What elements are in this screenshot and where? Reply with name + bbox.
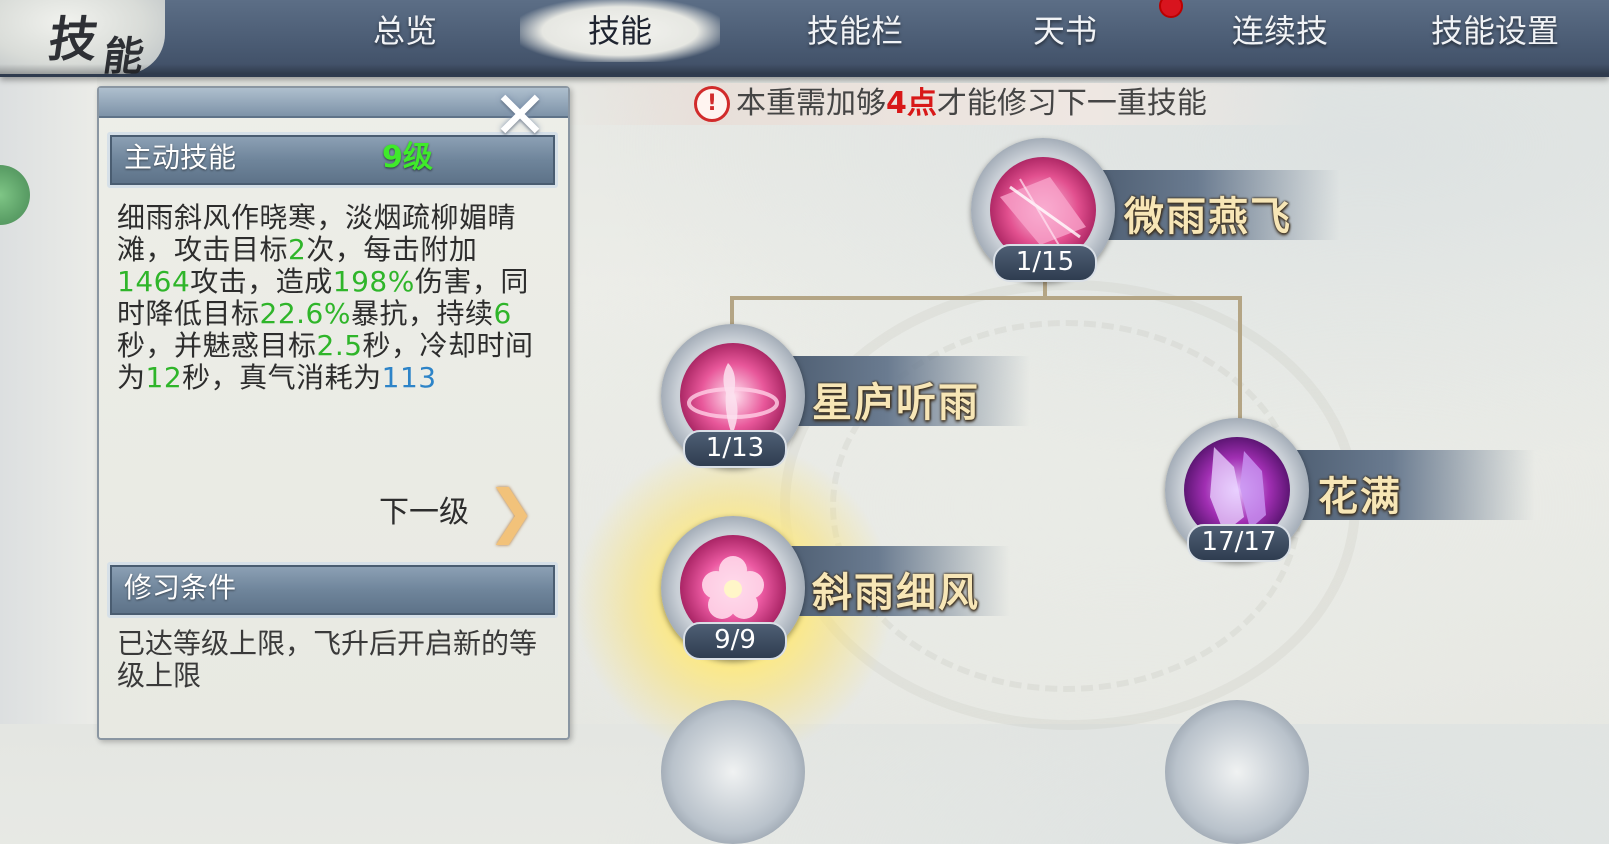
next-level-button[interactable]: 下一级 (379, 488, 469, 538)
desc-crit-res-pct: 22.6% (259, 297, 351, 330)
requirements-label: 修习条件 (124, 571, 237, 604)
active-skill-label: 主动技能 (124, 141, 237, 174)
tip-text-after: 才能修习下一重技能 (936, 86, 1207, 121)
desc-part: 暴抗，持续 (350, 297, 494, 330)
tip-text: 本重需加够4点才能修习下一重技能 (736, 84, 1207, 124)
desc-part: 次，每击附加 (306, 233, 478, 266)
skill-progress: 1/15 (993, 244, 1097, 282)
skill-node-partial[interactable] (661, 700, 805, 844)
skills-logo: 技 能 (0, 0, 165, 80)
skill-name: 花满 (1318, 474, 1402, 520)
tree-connector (1238, 296, 1242, 426)
desc-damage-pct: 198% (332, 265, 415, 298)
desc-cooldown: 12 (145, 361, 183, 394)
skill-node-huaman[interactable]: 17/17 (1165, 418, 1309, 562)
tab-heavenly-book[interactable]: 天书 (980, 0, 1150, 62)
skill-name: 微雨燕飞 (1124, 194, 1292, 240)
desc-charm: 2.5 (316, 329, 363, 362)
tab-combo[interactable]: 连续技 (1190, 0, 1370, 62)
tab-skill-bar[interactable]: 技能栏 (760, 0, 950, 62)
desc-duration: 6 (493, 297, 512, 330)
requirements-header: 修习条件 (107, 562, 558, 618)
desc-part: 秒，真气消耗为 (182, 361, 382, 394)
desc-part: 攻击，造成 (190, 265, 333, 298)
desc-cost: 113 (381, 361, 437, 394)
tip-text-before: 本重需加够 (736, 86, 886, 121)
skill-level: 9级 (382, 140, 433, 175)
skill-detail-panel: 主动技能 9级 细雨斜风作晓寒，淡烟疏柳媚晴滩，攻击目标2次，每击附加1464攻… (97, 86, 570, 740)
desc-hits: 2 (288, 233, 307, 266)
requirements-text: 已达等级上限，飞升后开启新的等级上限 (117, 627, 538, 692)
notification-dot (1159, 0, 1183, 18)
skill-name: 斜雨细风 (812, 570, 980, 616)
skill-node-xieyu-xifeng[interactable]: 9/9 (661, 516, 805, 660)
skill-name: 星庐听雨 (812, 380, 980, 426)
desc-part: 秒，并魅惑目标 (117, 329, 317, 362)
logo-char-1: 技 (45, 12, 102, 68)
skill-node-partial[interactable] (1165, 700, 1309, 844)
skill-node-weiyu-yanfei[interactable]: 1/15 (971, 138, 1115, 282)
next-level-arrow-icon[interactable]: ❯ (487, 480, 536, 546)
tab-skill-settings[interactable]: 技能设置 (1400, 0, 1590, 62)
tip-highlight: 4点 (886, 86, 937, 121)
tab-skills[interactable]: 技能 (520, 0, 720, 62)
skill-description: 细雨斜风作晓寒，淡烟疏柳媚晴滩，攻击目标2次，每击附加1464攻击，造成198%… (117, 202, 542, 394)
skill-node-xinglu-tingyu[interactable]: 1/13 (661, 324, 805, 468)
skill-progress: 9/9 (683, 622, 787, 660)
tab-overview[interactable]: 总览 (330, 0, 480, 62)
close-icon[interactable]: ✕ (487, 83, 553, 152)
desc-bonus-attack: 1464 (117, 265, 191, 298)
logo-char-2: 能 (100, 33, 147, 80)
skill-progress: 1/13 (683, 430, 787, 468)
skill-name-ribbon (1275, 450, 1535, 520)
tree-connector (730, 296, 1242, 300)
exclamation-icon: ! (694, 86, 730, 122)
top-nav-bar: 技 能 总览 技能 技能栏 天书 连续技 技能设置 (0, 0, 1609, 80)
skill-progress: 17/17 (1187, 524, 1291, 562)
